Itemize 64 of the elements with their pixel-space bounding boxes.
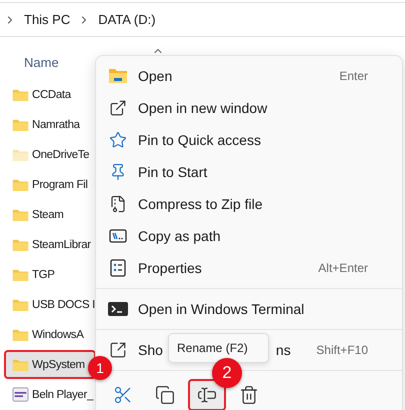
- menu-item[interactable]: Open Enter: [96, 60, 402, 92]
- file-name: Namratha: [32, 118, 80, 130]
- star-icon: [109, 131, 127, 149]
- menu-item[interactable]: Open in Windows Terminal: [96, 293, 402, 325]
- folder-icon: [12, 208, 29, 222]
- breadcrumb-item[interactable]: This PC: [24, 12, 70, 27]
- file-row[interactable]: TGP: [4, 260, 96, 289]
- shortcut-text: Alt+Enter: [318, 261, 368, 275]
- file-name: USB DOCS I: [32, 298, 95, 310]
- menu-item[interactable]: Pin to Start: [96, 156, 402, 188]
- file-row[interactable]: Steam: [4, 200, 96, 229]
- menu-item[interactable]: Copy as path: [96, 220, 402, 252]
- file-name: WpSystem: [32, 358, 85, 370]
- folder-icon: [12, 268, 29, 282]
- breadcrumb-item[interactable]: DATA (D:): [98, 12, 156, 27]
- shortcut-text: Enter: [339, 69, 368, 83]
- file-name: SteamLibrar: [32, 238, 91, 250]
- rename-button[interactable]: [188, 379, 226, 410]
- folder-icon: [12, 358, 29, 372]
- menu-item[interactable]: Pin to Quick access: [96, 124, 402, 156]
- folder-icon: [12, 118, 29, 132]
- file-name: TGP: [32, 268, 55, 280]
- folder-icon: [12, 88, 29, 102]
- zip-folder-icon: [109, 195, 127, 213]
- shortcut-text: Shift+F10: [316, 343, 368, 357]
- file-row[interactable]: Program Fil: [4, 170, 96, 199]
- file-name: WindowsA: [32, 328, 84, 340]
- folder-icon: [12, 328, 29, 342]
- file-row[interactable]: Beln Player_: [4, 380, 96, 409]
- file-row[interactable]: WindowsA: [4, 320, 96, 349]
- file-row[interactable]: WpSystem: [4, 350, 96, 379]
- file-row[interactable]: Namratha: [4, 110, 96, 139]
- rename-icon: [197, 385, 217, 405]
- open-new-window-icon: [109, 99, 127, 117]
- file-name: Program Fil: [32, 178, 88, 190]
- file-name: Beln Player_: [32, 388, 94, 400]
- folder-icon: [12, 178, 29, 192]
- menu-item[interactable]: Compress to Zip file: [96, 188, 402, 220]
- file-row[interactable]: CCData: [4, 80, 96, 109]
- menu-item-text[interactable]: ns: [276, 342, 291, 358]
- menu-item-text[interactable]: Sho: [138, 342, 163, 358]
- delete-icon: [239, 385, 259, 405]
- file-row[interactable]: OneDriveTe: [4, 140, 96, 169]
- copy-icon: [155, 385, 175, 405]
- more-options-icon: [109, 341, 127, 359]
- folder-icon: [12, 148, 29, 162]
- file-name: Steam: [32, 208, 64, 220]
- folder-icon: [108, 68, 128, 84]
- file-row[interactable]: USB DOCS I: [4, 290, 96, 319]
- app-icon: [12, 387, 29, 402]
- pin-icon: [109, 163, 127, 181]
- tooltip: Rename (F2): [168, 333, 269, 363]
- cut-icon: [113, 385, 133, 405]
- file-name: OneDriveTe: [32, 148, 90, 160]
- file-row[interactable]: SteamLibrar: [4, 230, 96, 259]
- properties-icon: [110, 259, 126, 277]
- menu-item[interactable]: Open in new window: [96, 92, 402, 124]
- menu-item[interactable]: Properties Alt+Enter: [96, 252, 402, 284]
- terminal-icon: [108, 301, 128, 317]
- column-header[interactable]: Name: [24, 54, 59, 70]
- copy-path-icon: [109, 228, 127, 244]
- folder-icon: [12, 298, 29, 312]
- file-name: CCData: [32, 88, 71, 100]
- folder-icon: [12, 238, 29, 252]
